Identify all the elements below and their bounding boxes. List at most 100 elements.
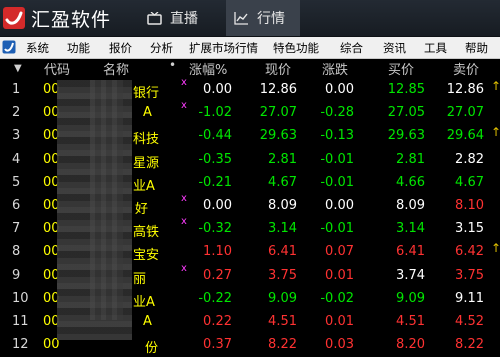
stock-name: A: [143, 314, 152, 329]
ask-price: 3.75: [455, 267, 484, 283]
tab-live[interactable]: 直播: [147, 0, 219, 36]
menu-system[interactable]: 系统: [26, 40, 49, 56]
menu-quotes[interactable]: 报价: [109, 40, 132, 56]
price-change: 0.00: [325, 198, 354, 213]
menu-functions[interactable]: 功能: [67, 40, 90, 56]
price-change: -0.28: [320, 105, 354, 121]
current-price: 3.75: [268, 267, 297, 283]
row-index: 10: [12, 290, 29, 306]
stock-name: 业A: [133, 178, 155, 194]
stock-name: A: [143, 105, 152, 121]
current-price: 3.14: [268, 221, 297, 237]
price-change: 0.00: [325, 82, 354, 97]
current-price: 6.41: [268, 244, 297, 260]
tab-quotes[interactable]: 行情: [226, 0, 300, 36]
header-dot-icon: •: [169, 58, 177, 72]
current-price: 29.63: [259, 128, 297, 144]
menu-help[interactable]: 帮助: [465, 40, 488, 56]
ask-price: 12.86: [446, 82, 484, 97]
header-change[interactable]: 涨跌: [322, 59, 348, 79]
current-price: 2.81: [268, 151, 297, 167]
menu-tools[interactable]: 工具: [424, 40, 447, 56]
header-name[interactable]: 名称: [103, 59, 129, 79]
change-percent: 0.00: [203, 82, 232, 97]
row-index: 4: [12, 151, 21, 167]
menu-analysis[interactable]: 分析: [150, 40, 173, 56]
header-change-pct[interactable]: 涨幅%: [189, 59, 227, 79]
row-index: 6: [12, 198, 21, 213]
ask-price: 8.10: [455, 198, 484, 213]
row-index: 11: [12, 314, 29, 329]
row-index: 2: [12, 105, 21, 121]
current-price: 4.67: [268, 174, 297, 190]
change-percent: -0.21: [198, 174, 232, 190]
app-logo-icon: [3, 7, 25, 29]
ask-price: 4.52: [455, 314, 484, 329]
bid-price: 8.09: [396, 198, 425, 213]
row-index: 7: [12, 221, 21, 237]
tab-live-label: 直播: [170, 11, 198, 27]
row-index: 1: [12, 82, 21, 97]
header-ask[interactable]: 卖价: [453, 59, 479, 79]
change-percent: 1.10: [203, 244, 232, 260]
bid-price: 27.05: [387, 105, 425, 121]
redacted-name-overlay: [90, 80, 123, 320]
row-index: 8: [12, 244, 21, 260]
menu-overview[interactable]: 综合: [340, 40, 363, 56]
chart-trend-icon: [234, 11, 248, 25]
ask-price: 29.64: [446, 128, 484, 144]
bid-price: 3.14: [396, 221, 425, 237]
tick-indicator: ↑: [491, 125, 500, 140]
bid-price: 2.81: [396, 151, 425, 167]
menu-special-features[interactable]: 特色功能: [273, 40, 319, 56]
change-percent: 0.27: [203, 267, 232, 283]
price-change: 0.01: [325, 314, 354, 329]
stock-name: 份: [145, 341, 159, 357]
price-change: -0.01: [320, 151, 354, 167]
change-percent: 0.37: [203, 337, 232, 353]
current-price: 27.07: [259, 105, 297, 121]
bid-price: 9.09: [396, 290, 425, 306]
price-change: -0.13: [320, 128, 354, 144]
bid-price: 29.63: [387, 128, 425, 144]
change-percent: -1.02: [198, 105, 232, 121]
price-change: 0.07: [325, 244, 354, 260]
price-change: 0.03: [325, 337, 354, 353]
sort-arrow-icon[interactable]: ▼: [14, 63, 22, 74]
header-price[interactable]: 现价: [265, 59, 291, 79]
change-percent: -0.22: [198, 290, 232, 306]
row-index: 5: [12, 174, 21, 190]
price-change: -0.02: [320, 290, 354, 306]
bid-price: 4.51: [396, 314, 425, 329]
stock-name: 丽: [133, 271, 147, 287]
header-code[interactable]: 代码: [44, 59, 70, 79]
change-percent: -0.35: [198, 151, 232, 167]
price-change: -0.01: [320, 221, 354, 237]
change-percent: 0.00: [203, 198, 232, 213]
current-price: 9.09: [268, 290, 297, 306]
ask-price: 6.42: [455, 244, 484, 260]
change-percent: -0.32: [198, 221, 232, 237]
tv-icon: [147, 11, 162, 25]
menu-news[interactable]: 资讯: [383, 40, 406, 56]
bid-price: 4.66: [396, 174, 425, 190]
ask-price: 2.82: [455, 151, 484, 167]
row-index: 9: [12, 267, 21, 283]
bid-price: 8.20: [396, 337, 425, 353]
bid-price: 6.41: [396, 244, 425, 260]
title-bar: 汇盈软件 直播 行情: [0, 0, 500, 37]
ask-price: 27.07: [446, 105, 484, 121]
stock-name: 科技: [133, 132, 160, 148]
price-change: -0.01: [320, 174, 354, 190]
stock-name: 银行: [133, 86, 160, 101]
row-index: 3: [12, 128, 21, 144]
tick-indicator: ↑: [491, 79, 500, 93]
menu-extended-market[interactable]: 扩展市场行情: [189, 40, 258, 56]
quote-table: ▼ 代码 名称 • 涨幅% 现价 涨跌 买价 卖价 1 00 银行 x 0.00 12.8…: [0, 58, 500, 356]
tab-quotes-label: 行情: [257, 11, 285, 27]
app-small-icon[interactable]: [2, 40, 16, 54]
menu-bar: 系统 功能 报价 分析 扩展市场行情 特色功能 综合 资讯 工具 帮助: [0, 37, 500, 59]
stock-name: 好: [135, 202, 149, 217]
current-price: 4.51: [268, 314, 297, 329]
header-bid[interactable]: 买价: [388, 59, 414, 79]
